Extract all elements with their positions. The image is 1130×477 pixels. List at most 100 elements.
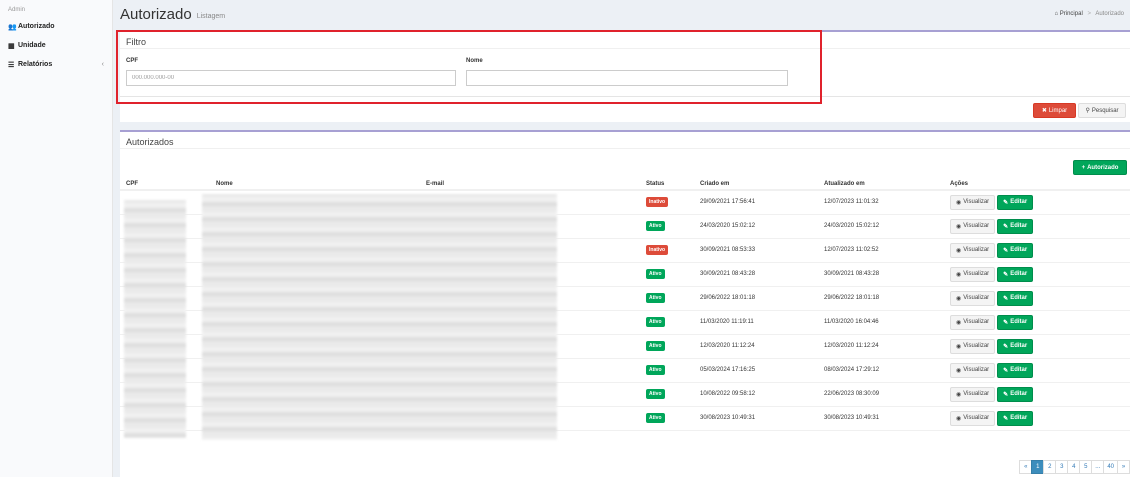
- chevron-left-icon[interactable]: ‹: [102, 61, 104, 68]
- status-cell: Ativo: [640, 382, 694, 407]
- sidebar-item-label: Relatórios: [18, 61, 53, 68]
- status-badge: Ativo: [646, 389, 665, 399]
- breadcrumb: ⌂ Principal > Autorizado: [1054, 11, 1124, 17]
- actions-cell: ◉ Visualizar ✎ Editar: [944, 358, 1130, 383]
- pencil-icon: ✎: [1003, 415, 1009, 422]
- page-link[interactable]: »: [1117, 460, 1130, 474]
- status-cell: Ativo: [640, 286, 694, 311]
- add-autorizado-button[interactable]: + Autorizado: [1073, 160, 1127, 175]
- pencil-icon: ✎: [1003, 295, 1009, 302]
- updated-cell: 22/06/2023 08:30:09: [818, 382, 944, 407]
- visualizar-button[interactable]: ◉ Visualizar: [950, 314, 996, 330]
- visualizar-button[interactable]: ◉ Visualizar: [950, 242, 996, 258]
- editar-button[interactable]: ✎ Editar: [997, 242, 1034, 258]
- editar-button[interactable]: ✎ Editar: [997, 338, 1034, 354]
- sidebar-item-label: Unidade: [18, 42, 46, 49]
- updated-cell: 08/03/2024 17:29:12: [818, 358, 944, 383]
- visualizar-button[interactable]: ◉ Visualizar: [950, 386, 996, 402]
- eye-icon: ◉: [956, 223, 962, 230]
- visualizar-button[interactable]: ◉ Visualizar: [950, 410, 996, 426]
- pencil-icon: ✎: [1003, 271, 1009, 278]
- created-cell: 29/09/2021 17:56:41: [694, 190, 818, 215]
- home-icon: ⌂: [1054, 11, 1059, 17]
- col-criado: Criado em: [694, 178, 818, 191]
- sidebar-brand: Admin: [8, 7, 26, 13]
- visualizar-button[interactable]: ◉ Visualizar: [950, 362, 996, 378]
- status-badge: Ativo: [646, 413, 665, 423]
- updated-cell: 30/09/2021 08:43:28: [818, 262, 944, 287]
- eye-icon: ◉: [956, 343, 962, 350]
- breadcrumb-principal[interactable]: Principal: [1060, 11, 1083, 17]
- visualizar-button[interactable]: ◉ Visualizar: [950, 290, 996, 306]
- col-status: Status: [640, 178, 694, 191]
- sidebar: Admin 👥 Autorizado ▦ Unidade ☰ Relatório…: [0, 0, 113, 477]
- updated-cell: 11/03/2020 16:04:46: [818, 310, 944, 335]
- pencil-icon: ✎: [1003, 391, 1009, 398]
- limpar-button[interactable]: ✖ Limpar: [1033, 103, 1076, 118]
- eye-icon: ◉: [956, 415, 962, 422]
- editar-button[interactable]: ✎ Editar: [997, 362, 1034, 378]
- updated-cell: 12/07/2023 11:02:52: [818, 238, 944, 263]
- eye-icon: ◉: [956, 247, 962, 254]
- editar-button[interactable]: ✎ Editar: [997, 290, 1034, 306]
- actions-cell: ◉ Visualizar ✎ Editar: [944, 262, 1130, 287]
- visualizar-button[interactable]: ◉ Visualizar: [950, 266, 996, 282]
- page-link[interactable]: 40: [1103, 460, 1118, 474]
- status-cell: Inativo: [640, 190, 694, 215]
- status-cell: Inativo: [640, 238, 694, 263]
- col-acoes: Ações: [944, 178, 1130, 191]
- col-email: E-mail: [420, 178, 640, 191]
- visualizar-button[interactable]: ◉ Visualizar: [950, 194, 996, 210]
- editar-button[interactable]: ✎ Editar: [997, 314, 1034, 330]
- visualizar-button[interactable]: ◉ Visualizar: [950, 218, 996, 234]
- eye-icon: ◉: [956, 199, 962, 206]
- table-header-row: CPF Nome E-mail Status Criado em Atualiz…: [120, 178, 1130, 191]
- col-nome: Nome: [210, 178, 420, 191]
- actions-cell: ◉ Visualizar ✎ Editar: [944, 406, 1130, 431]
- users-icon: 👥: [8, 23, 17, 31]
- status-cell: Ativo: [640, 334, 694, 359]
- building-icon: ▦: [8, 42, 15, 50]
- pencil-icon: ✎: [1003, 247, 1009, 254]
- visualizar-button[interactable]: ◉ Visualizar: [950, 338, 996, 354]
- status-badge: Inativo: [646, 197, 669, 208]
- updated-cell: 12/03/2020 11:12:24: [818, 334, 944, 359]
- pencil-icon: ✎: [1003, 199, 1009, 206]
- editar-button[interactable]: ✎ Editar: [997, 410, 1034, 426]
- editar-button[interactable]: ✎ Editar: [997, 386, 1034, 402]
- created-cell: 05/03/2024 17:16:25: [694, 358, 818, 383]
- created-cell: 29/06/2022 18:01:18: [694, 286, 818, 311]
- editar-button[interactable]: ✎ Editar: [997, 266, 1034, 282]
- created-cell: 10/08/2022 09:58:12: [694, 382, 818, 407]
- sidebar-item-relatorios[interactable]: ☰ Relatórios ‹: [0, 55, 112, 74]
- list-title: Autorizados: [120, 132, 1130, 149]
- status-badge: Ativo: [646, 293, 665, 303]
- actions-cell: ◉ Visualizar ✎ Editar: [944, 310, 1130, 335]
- sidebar-item-label: Autorizado: [18, 23, 55, 30]
- status-badge: Inativo: [646, 245, 669, 255]
- list-box: Autorizados + Autorizado CPF Nome E-mail…: [120, 130, 1130, 477]
- highlight-box: [116, 30, 822, 104]
- sidebar-item-autorizado[interactable]: 👥 Autorizado: [0, 17, 112, 36]
- sidebar-item-unidade[interactable]: ▦ Unidade: [0, 36, 112, 55]
- updated-cell: 29/06/2022 18:01:18: [818, 286, 944, 311]
- close-icon: ✖: [1041, 108, 1047, 114]
- page-subtitle: Listagem: [196, 13, 226, 20]
- status-badge: Ativo: [646, 269, 665, 279]
- breadcrumb-current: Autorizado: [1095, 11, 1124, 17]
- actions-cell: ◉ Visualizar ✎ Editar: [944, 286, 1130, 311]
- created-cell: 11/03/2020 11:19:11: [694, 310, 818, 335]
- pencil-icon: ✎: [1003, 223, 1009, 230]
- editar-button[interactable]: ✎ Editar: [997, 194, 1034, 210]
- pencil-icon: ✎: [1003, 343, 1009, 350]
- eye-icon: ◉: [956, 367, 962, 374]
- status-cell: Ativo: [640, 406, 694, 431]
- status-badge: Ativo: [646, 221, 665, 231]
- status-cell: Ativo: [640, 310, 694, 335]
- created-cell: 30/08/2023 10:49:31: [694, 406, 818, 431]
- pesquisar-button[interactable]: ⚲ Pesquisar: [1078, 103, 1126, 118]
- col-atualizado: Atualizado em: [818, 178, 944, 191]
- breadcrumb-separator: >: [1087, 11, 1091, 17]
- actions-cell: ◉ Visualizar ✎ Editar: [944, 382, 1130, 407]
- editar-button[interactable]: ✎ Editar: [997, 218, 1034, 234]
